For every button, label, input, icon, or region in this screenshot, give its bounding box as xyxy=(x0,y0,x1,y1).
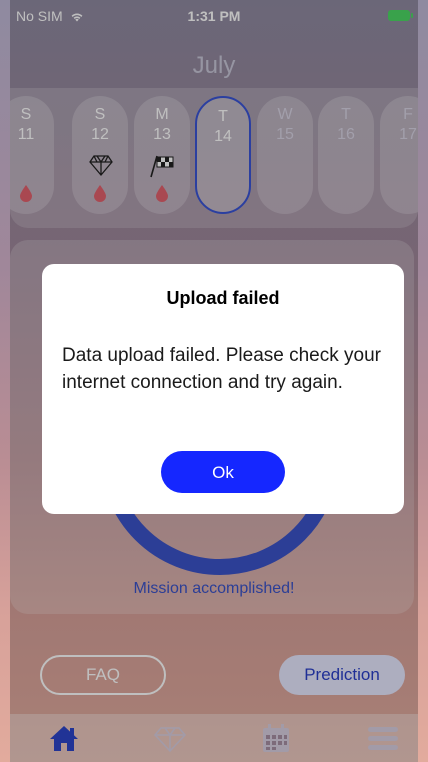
dialog-title: Upload failed xyxy=(166,288,280,308)
ok-button[interactable]: Ok xyxy=(161,451,285,493)
upload-failed-dialog: Upload failed Data upload failed. Please… xyxy=(42,264,404,514)
dialog-message: Data upload failed. Please check your in… xyxy=(62,345,381,393)
